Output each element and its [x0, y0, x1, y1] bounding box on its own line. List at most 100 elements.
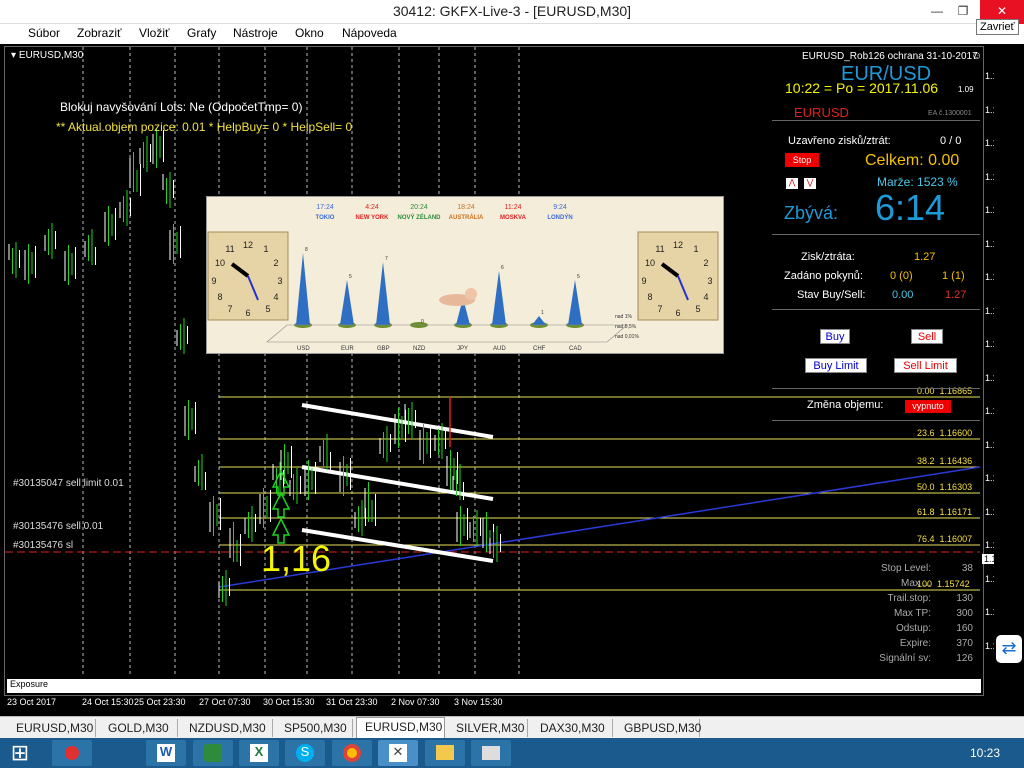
clock-time: 18:24	[457, 204, 475, 211]
clock-numeral: 10	[215, 258, 225, 268]
menu-file[interactable]: Súbor	[28, 26, 60, 40]
menu-view[interactable]: Zobraziť	[77, 26, 122, 40]
chart-tab[interactable]: EURUSD,M30	[8, 719, 96, 737]
clock-numeral: 2	[273, 258, 278, 268]
param-value: 126	[956, 653, 973, 664]
chart-tab[interactable]: NZDUSD,M30	[181, 719, 273, 737]
buy-arrow-icon	[271, 491, 291, 518]
param-label: Stop Level:	[880, 563, 931, 574]
param-label: Signální sv:	[879, 653, 931, 664]
chart-tab[interactable]: SP500,M30	[276, 719, 353, 737]
clock-numeral: 12	[673, 240, 683, 250]
param-value: 38	[961, 563, 973, 574]
chart-area[interactable]: ▾ EURUSD,M30 Blokuj navyšování Lots: Ne …	[4, 46, 1024, 707]
currency-label: JPY	[457, 346, 468, 352]
menu-insert[interactable]: Vložiť	[139, 26, 170, 40]
chart-tab[interactable]: GBPUSD,M30	[616, 719, 701, 737]
clock-time: 4:24	[365, 204, 379, 211]
clock-numeral: 5	[695, 304, 700, 314]
chart-tab[interactable]: DAX30,M30	[532, 719, 613, 737]
order-label: #30135047 sell limit 0.01	[13, 478, 124, 489]
clock-numeral: 7	[657, 304, 662, 314]
app-icon[interactable]	[52, 740, 92, 766]
clock-numeral: 2	[703, 258, 708, 268]
divider	[772, 120, 980, 121]
stop-button[interactable]: Stop	[785, 153, 819, 167]
orders-label: Zadáno pokynů:	[784, 270, 863, 282]
buy-limit-button[interactable]: Buy Limit	[805, 358, 867, 373]
state-sell: 1.27	[945, 289, 967, 301]
state-buy: 0.00	[892, 289, 914, 301]
time-tick-label: 2 Nov 07:30	[391, 697, 440, 707]
total-label: Celkem: 0.00	[865, 152, 960, 169]
clock-numeral: 9	[211, 276, 216, 286]
cone	[376, 262, 390, 325]
buy-button[interactable]: Buy	[820, 329, 850, 344]
cone-value: 5	[577, 274, 580, 280]
chart-tab[interactable]: SILVER,M30	[448, 719, 528, 737]
version: 1.09	[958, 85, 974, 94]
channel-line	[301, 465, 494, 501]
clock-numeral: 4	[273, 292, 278, 302]
volume-change-button[interactable]: vypnuto	[905, 400, 951, 413]
cone-value: 5	[349, 274, 352, 280]
time-tick-label: 3 Nov 15:30	[454, 697, 503, 707]
menu-tools[interactable]: Nástroje	[233, 26, 278, 40]
clock-numeral: 7	[227, 304, 232, 314]
legend-label: nad 0,5%	[615, 324, 637, 330]
app-icon[interactable]	[193, 740, 233, 766]
teamviewer-icon[interactable]: ⇄	[996, 635, 1022, 663]
chart-tab[interactable]: EURUSD,M30	[356, 717, 445, 738]
cone	[568, 280, 582, 325]
clock-time: 20:24	[410, 204, 428, 211]
clock-city: NOVÝ ZÉLAND	[397, 213, 441, 221]
clock-numeral: 12	[243, 240, 253, 250]
legend-label: nad 1%	[615, 314, 633, 320]
excel-icon[interactable]: X	[239, 740, 279, 766]
metatrader-icon[interactable]: ✕	[378, 740, 418, 766]
cone	[340, 280, 354, 325]
sell-button[interactable]: Sell	[911, 329, 943, 344]
currency-label: EUR	[341, 346, 354, 352]
right-scrollbar[interactable]: ⇄	[994, 46, 1024, 716]
time-tick-label: 23 Oct 2017	[7, 697, 57, 707]
chrome-icon[interactable]	[332, 740, 372, 766]
blue-trendline	[218, 466, 981, 588]
world-clock-panel: 11 12 1 2 3 4 5 6 7 8 9 10 11 12 1 2 3 4 5 6 7 8 9 10 17:24 TOKIO…	[206, 196, 724, 354]
close-tooltip: Zavrieť	[976, 19, 1019, 35]
cone	[492, 271, 506, 325]
skype-icon[interactable]: S	[285, 740, 325, 766]
cone-value: 6	[501, 265, 504, 271]
clock-numeral: 11	[225, 244, 234, 254]
start-icon[interactable]: ⊞	[5, 740, 35, 766]
closed-value: 0 / 0	[940, 135, 962, 147]
arrow-down-button[interactable]: ⋁	[804, 178, 816, 189]
record-icon	[65, 746, 79, 760]
clock-time: 17:24	[316, 204, 334, 211]
cone-value: 1	[541, 310, 544, 316]
clock-city: TOKIO	[316, 215, 335, 221]
param-value: 300	[956, 608, 973, 619]
explorer-icon[interactable]	[425, 740, 465, 766]
clock-time: 9:24	[553, 204, 567, 211]
currency-label: GBP	[377, 346, 390, 352]
time-tick-label: 30 Oct 15:30	[263, 697, 315, 707]
arrow-up-button[interactable]: ⋀	[786, 178, 798, 189]
maximize-button[interactable]: ❐	[948, 0, 978, 24]
chart-tab[interactable]: GOLD,M30	[100, 719, 178, 737]
menu-charts[interactable]: Grafy	[187, 26, 216, 40]
menu-help[interactable]: Nápoveda	[342, 26, 397, 40]
sell-limit-button[interactable]: Sell Limit	[894, 358, 957, 373]
clock-numeral: 9	[641, 276, 646, 286]
status-line-1: Blokuj navyšování Lots: Ne (OdpočetTmp= …	[60, 100, 303, 114]
currency-label: USD	[297, 346, 310, 352]
word-icon[interactable]: W	[146, 740, 186, 766]
big-price-label: 1,16	[261, 538, 332, 579]
clock-numeral: 3	[277, 276, 282, 286]
symbol: EURUSD	[794, 105, 849, 120]
app-icon[interactable]	[471, 740, 511, 766]
remaining-value: 6:14	[875, 187, 946, 228]
cone-value: 7	[385, 256, 388, 262]
param-value: 370	[956, 638, 973, 649]
menu-window[interactable]: Okno	[295, 26, 324, 40]
